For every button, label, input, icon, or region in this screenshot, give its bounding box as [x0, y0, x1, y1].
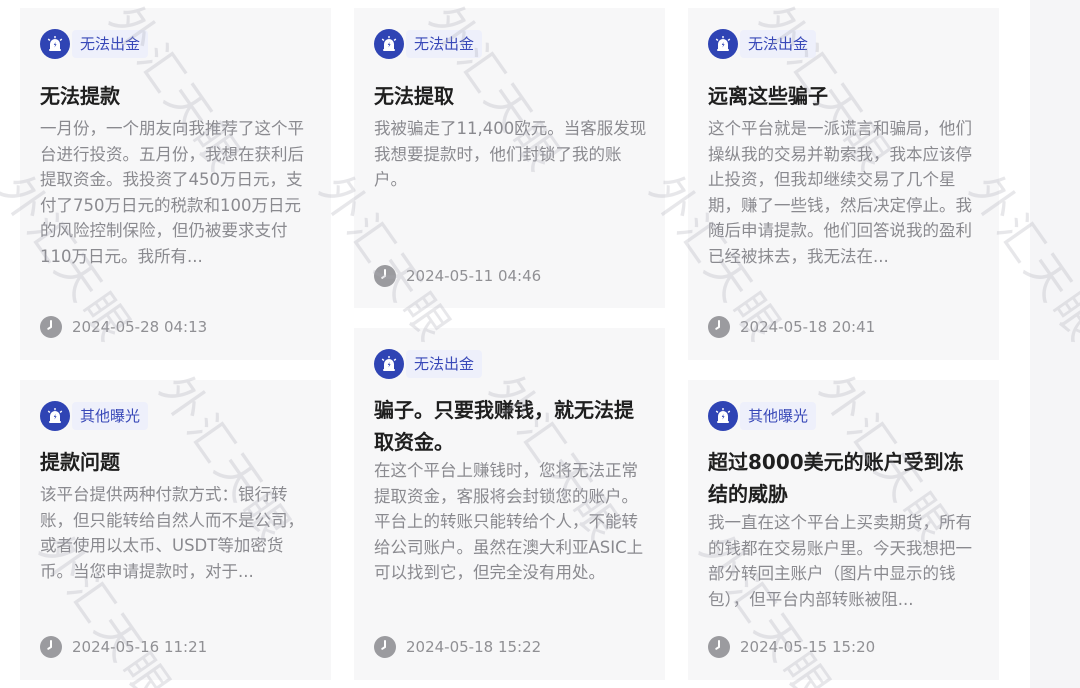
- complaint-card[interactable]: 其他曝光 超过8000美元的账户受到冻结的威胁 我一直在这个平台上买卖期货，所有…: [688, 380, 999, 680]
- card-body: 在这个平台上赚钱时，您将无法正常提取资金，客服将会封锁您的账户。平台上的转账只能…: [374, 461, 644, 582]
- card-time-text: 2024-05-18 20:41: [740, 318, 876, 336]
- card-body: 我一直在这个平台上买卖期货，所有的钱都在交易账户里。今天我想把一部分转回主账户（…: [708, 513, 972, 609]
- clock-icon: [374, 636, 396, 658]
- card-body: 我被骗走了11,400欧元。当客服发现我想要提款时，他们封锁了我的账户。: [374, 119, 647, 189]
- card-time-text: 2024-05-11 04:46: [406, 267, 542, 285]
- card-body: 一月份，一个朋友向我推荐了这个平台进行投资。五月份，我想在获利后提取资金。我投资…: [40, 119, 304, 266]
- category-tag: 无法出金: [708, 29, 817, 59]
- category-tag: 无法出金: [40, 29, 149, 59]
- category-tag: 其他曝光: [40, 401, 149, 431]
- card-time-text: 2024-05-15 15:20: [740, 638, 876, 656]
- card-timestamp: 2024-05-18 20:41: [708, 315, 875, 339]
- complaint-card[interactable]: 无法出金 无法提款 一月份，一个朋友向我推荐了这个平台进行投资。五月份，我想在获…: [20, 8, 331, 360]
- card-title: 远离这些骗子: [708, 84, 828, 108]
- category-tag-label: 无法出金: [406, 350, 483, 378]
- clock-icon: [708, 316, 730, 338]
- category-tag: 无法出金: [374, 349, 483, 379]
- clock-icon: [40, 316, 62, 338]
- category-tag-label: 无法出金: [72, 30, 149, 58]
- clock-icon: [40, 636, 62, 658]
- card-timestamp: 2024-05-11 04:46: [374, 264, 541, 288]
- complaint-card[interactable]: 无法出金 远离这些骗子 这个平台就是一派谎言和骗局，他们操纵我的交易并勒索我，我…: [688, 8, 999, 360]
- card-title: 无法提款: [40, 84, 120, 108]
- alarm-bell-icon: [708, 29, 738, 59]
- card-time-text: 2024-05-16 11:21: [72, 638, 208, 656]
- complaint-card[interactable]: 无法出金 无法提取 我被骗走了11,400欧元。当客服发现我想要提款时，他们封锁…: [354, 8, 665, 308]
- category-tag: 其他曝光: [708, 401, 817, 431]
- category-tag-label: 无法出金: [406, 30, 483, 58]
- card-body: 这个平台就是一派谎言和骗局，他们操纵我的交易并勒索我，我本应该停止投资，但我却继…: [708, 119, 972, 266]
- category-tag-label: 其他曝光: [740, 402, 817, 430]
- card-title: 提款问题: [40, 450, 120, 474]
- card-body: 该平台提供两种付款方式：银行转账，但只能转给自然人而不是公司，或者使用以太币、U…: [40, 485, 304, 581]
- card-title: 超过8000美元的账户受到冻结的威胁: [708, 450, 964, 506]
- category-tag-label: 其他曝光: [72, 402, 149, 430]
- scrollbar-track[interactable]: [1030, 0, 1080, 688]
- complaints-feed: 无法出金 无法提款 一月份，一个朋友向我推荐了这个平台进行投资。五月份，我想在获…: [0, 0, 1080, 688]
- category-tag: 无法出金: [374, 29, 483, 59]
- card-title: 无法提取: [374, 84, 454, 108]
- card-timestamp: 2024-05-16 11:21: [40, 635, 207, 659]
- card-timestamp: 2024-05-15 15:20: [708, 635, 875, 659]
- clock-icon: [708, 636, 730, 658]
- alarm-bell-icon: [374, 29, 404, 59]
- card-time-text: 2024-05-28 04:13: [72, 318, 208, 336]
- card-title: 骗子。只要我赚钱，就无法提取资金。: [374, 398, 634, 454]
- alarm-bell-icon: [708, 401, 738, 431]
- clock-icon: [374, 265, 396, 287]
- alarm-bell-icon: [374, 349, 404, 379]
- complaint-card[interactable]: 其他曝光 提款问题 该平台提供两种付款方式：银行转账，但只能转给自然人而不是公司…: [20, 380, 331, 680]
- card-time-text: 2024-05-18 15:22: [406, 638, 542, 656]
- alarm-bell-icon: [40, 29, 70, 59]
- complaint-card[interactable]: 无法出金 骗子。只要我赚钱，就无法提取资金。 在这个平台上赚钱时，您将无法正常提…: [354, 328, 665, 680]
- alarm-bell-icon: [40, 401, 70, 431]
- category-tag-label: 无法出金: [740, 30, 817, 58]
- card-timestamp: 2024-05-28 04:13: [40, 315, 207, 339]
- card-timestamp: 2024-05-18 15:22: [374, 635, 541, 659]
